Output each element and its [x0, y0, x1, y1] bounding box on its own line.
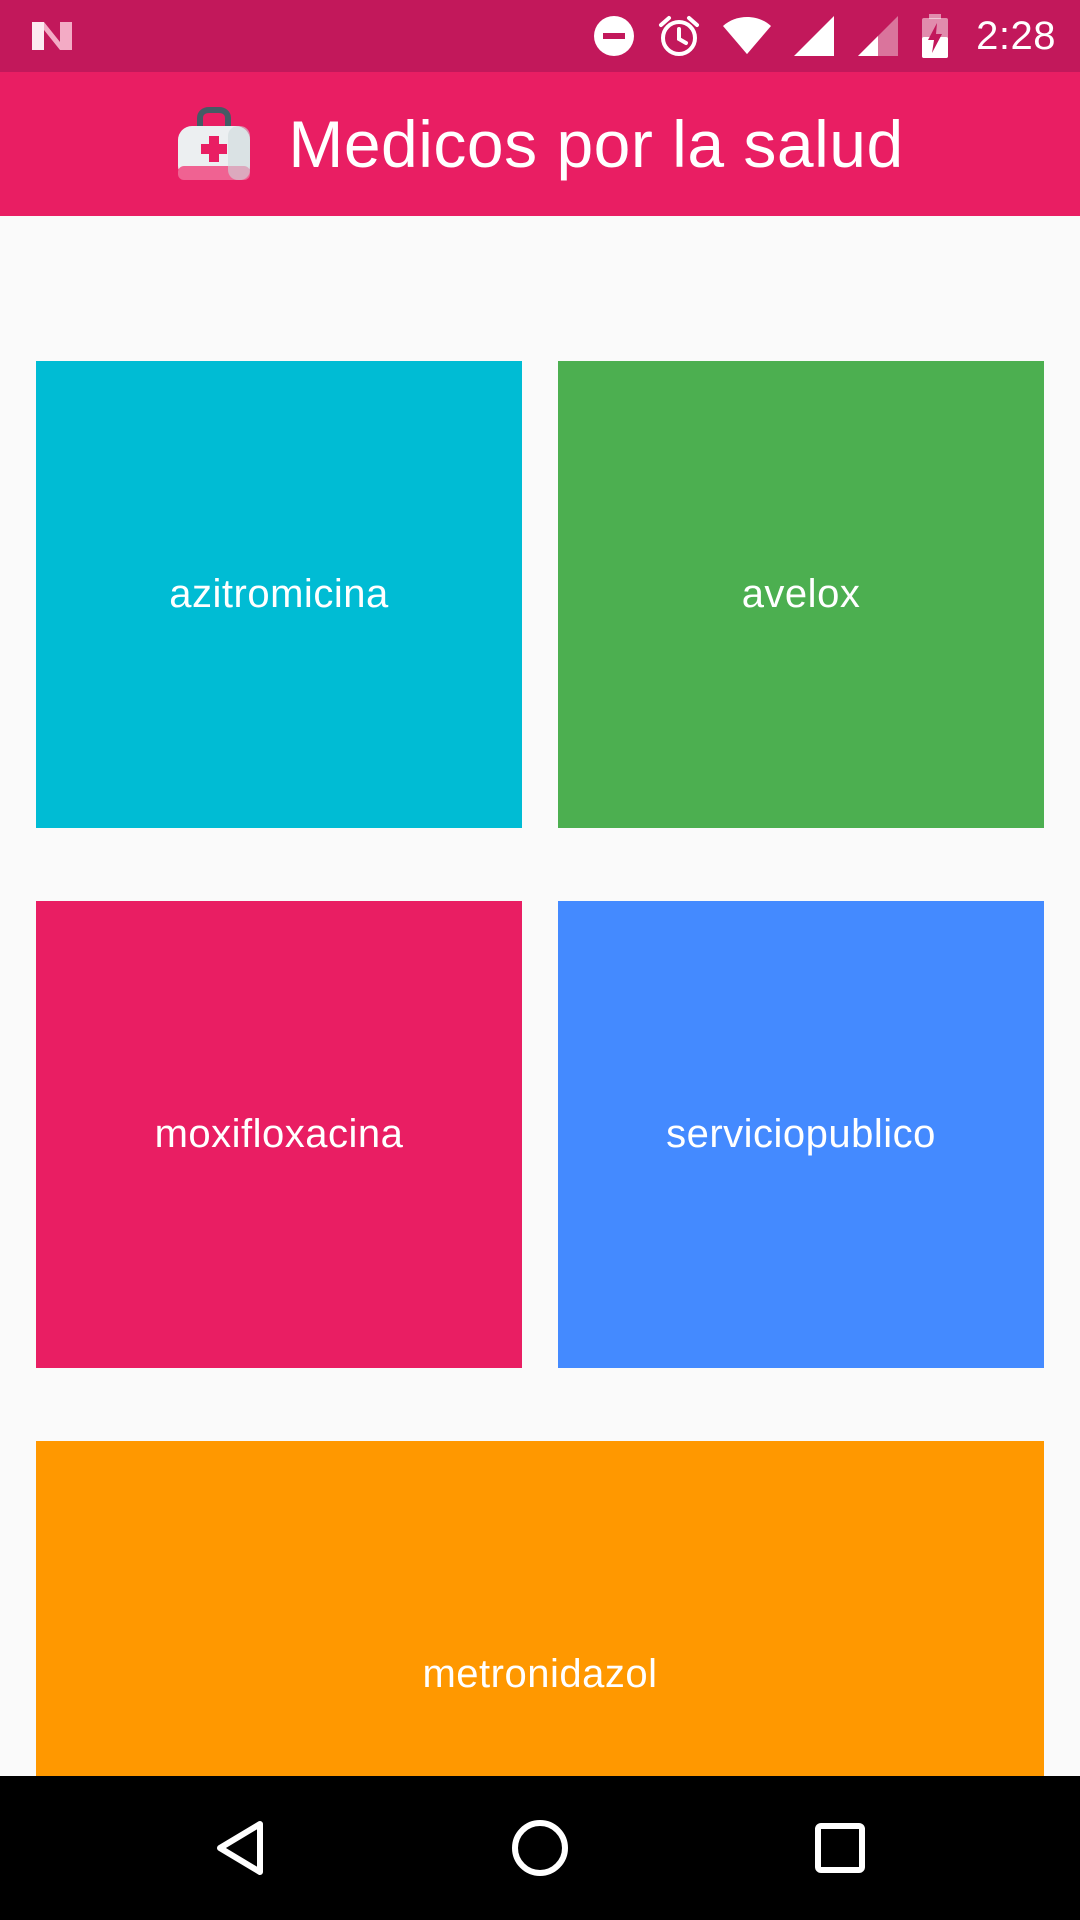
first-aid-kit-icon — [178, 107, 251, 180]
back-button[interactable] — [204, 1812, 276, 1884]
tile-moxifloxacina[interactable]: moxifloxacina — [36, 901, 522, 1368]
tile-label: azitromicina — [169, 572, 389, 616]
tile-avelox[interactable]: avelox — [558, 361, 1044, 828]
home-icon — [512, 1820, 568, 1876]
app-bar: Medicos por la salud — [0, 72, 1080, 216]
home-button[interactable] — [504, 1812, 576, 1884]
do-not-disturb-icon — [594, 16, 635, 56]
status-bar: 2:28 — [0, 0, 1080, 72]
recents-icon — [815, 1823, 865, 1873]
status-time: 2:28 — [976, 13, 1056, 58]
tile-serviciopublico[interactable]: serviciopublico — [558, 901, 1044, 1368]
alarm-icon — [659, 16, 700, 56]
tile-label: avelox — [741, 572, 861, 616]
battery-charging-icon — [922, 14, 949, 58]
app-title: Medicos por la salud — [288, 107, 904, 181]
tile-azitromicina[interactable]: azitromicina — [36, 361, 522, 828]
cell-signal-secondary-icon — [858, 16, 899, 56]
wifi-icon — [723, 17, 772, 54]
screen: 2:28 Medicos por la salud azitromicina a… — [0, 0, 1080, 1920]
cell-signal-icon — [794, 16, 835, 56]
tile-label: moxifloxacina — [154, 1112, 404, 1156]
back-icon — [217, 1821, 263, 1875]
status-icons: 2:28 — [592, 0, 1056, 72]
notification-n-icon — [32, 22, 72, 50]
recents-button[interactable] — [804, 1812, 876, 1884]
tile-label: metronidazol — [422, 1652, 658, 1696]
navigation-bar — [0, 1776, 1080, 1920]
tile-label: serviciopublico — [666, 1112, 936, 1156]
